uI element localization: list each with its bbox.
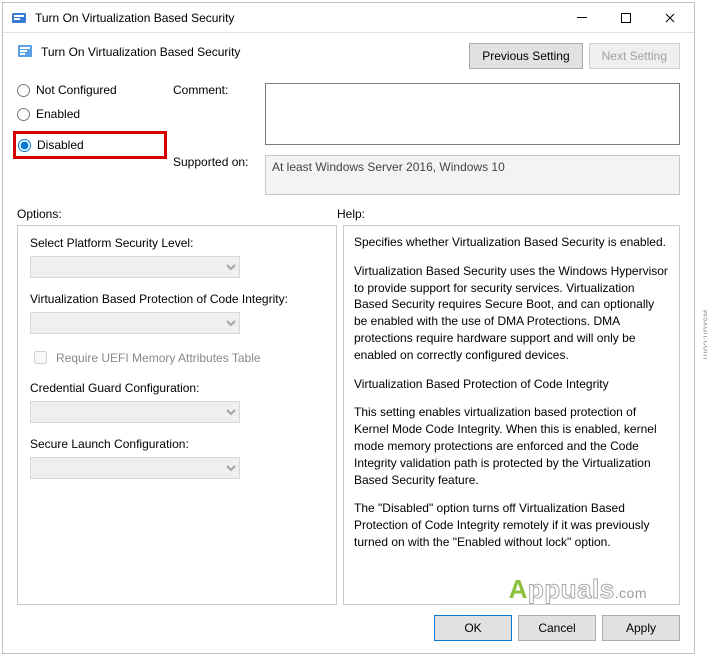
- apply-button[interactable]: Apply: [602, 615, 680, 641]
- opt-credguard-label: Credential Guard Configuration:: [30, 381, 324, 395]
- supported-on-text: At least Windows Server 2016, Windows 10: [272, 160, 505, 174]
- opt-platform-select: [30, 256, 240, 278]
- opt-vbpci-select: [30, 312, 240, 334]
- policy-icon: [17, 43, 33, 59]
- close-button[interactable]: [648, 4, 692, 32]
- supported-on-box: At least Windows Server 2016, Windows 10: [265, 155, 680, 195]
- gpo-icon: [11, 10, 27, 26]
- opt-credguard-select: [30, 401, 240, 423]
- radio-not-configured-label: Not Configured: [36, 83, 117, 97]
- next-setting-button: Next Setting: [589, 43, 680, 69]
- previous-setting-button[interactable]: Previous Setting: [469, 43, 582, 69]
- titlebar: Turn On Virtualization Based Security: [3, 3, 694, 33]
- radio-enabled-input[interactable]: [17, 108, 30, 121]
- radio-enabled[interactable]: Enabled: [17, 107, 167, 121]
- opt-securelaunch-label: Secure Launch Configuration:: [30, 437, 324, 451]
- radio-enabled-label: Enabled: [36, 107, 80, 121]
- opt-uefi-checkbox: [34, 351, 47, 364]
- opt-securelaunch-select: [30, 457, 240, 479]
- comment-textarea[interactable]: [265, 83, 680, 145]
- help-paragraph: Virtualization Based Protection of Code …: [354, 376, 669, 393]
- state-radios: Not Configured Enabled Disabled: [17, 83, 167, 159]
- highlight-disabled: Disabled: [13, 131, 167, 159]
- comment-label: Comment:: [173, 83, 259, 97]
- source-url: wsxdn.com: [701, 309, 707, 359]
- gpo-dialog: Turn On Virtualization Based Security Tu…: [2, 2, 695, 654]
- radio-disabled[interactable]: Disabled: [18, 138, 84, 152]
- opt-platform-label: Select Platform Security Level:: [30, 236, 324, 250]
- panes: Select Platform Security Level: Virtuali…: [3, 225, 694, 605]
- options-pane: Select Platform Security Level: Virtuali…: [17, 225, 337, 605]
- radio-disabled-input[interactable]: [18, 139, 31, 152]
- header-row: Turn On Virtualization Based Security Pr…: [3, 33, 694, 73]
- policy-title: Turn On Virtualization Based Security: [41, 43, 461, 59]
- help-paragraph: Specifies whether Virtualization Based S…: [354, 234, 669, 251]
- window-title: Turn On Virtualization Based Security: [35, 11, 560, 25]
- state-and-comment: Not Configured Enabled Disabled Comment:…: [3, 73, 694, 199]
- maximize-button[interactable]: [604, 4, 648, 32]
- ok-button[interactable]: OK: [434, 615, 512, 641]
- help-paragraph: The "Disabled" option turns off Virtuali…: [354, 500, 669, 550]
- help-label: Help:: [337, 207, 680, 221]
- radio-not-configured-input[interactable]: [17, 84, 30, 97]
- radio-disabled-label: Disabled: [37, 138, 84, 152]
- help-paragraph: This setting enables virtualization base…: [354, 404, 669, 488]
- opt-vbpci-label: Virtualization Based Protection of Code …: [30, 292, 324, 306]
- opt-uefi-check: Require UEFI Memory Attributes Table: [30, 348, 324, 367]
- dialog-footer: OK Cancel Apply: [3, 605, 694, 653]
- help-pane[interactable]: Specifies whether Virtualization Based S…: [343, 225, 680, 605]
- cancel-button[interactable]: Cancel: [518, 615, 596, 641]
- radio-not-configured[interactable]: Not Configured: [17, 83, 167, 97]
- options-label: Options:: [17, 207, 337, 221]
- help-paragraph: Virtualization Based Security uses the W…: [354, 263, 669, 364]
- minimize-button[interactable]: [560, 4, 604, 32]
- opt-uefi-label: Require UEFI Memory Attributes Table: [56, 351, 261, 365]
- supported-label: Supported on:: [173, 155, 259, 169]
- section-labels: Options: Help:: [3, 199, 694, 225]
